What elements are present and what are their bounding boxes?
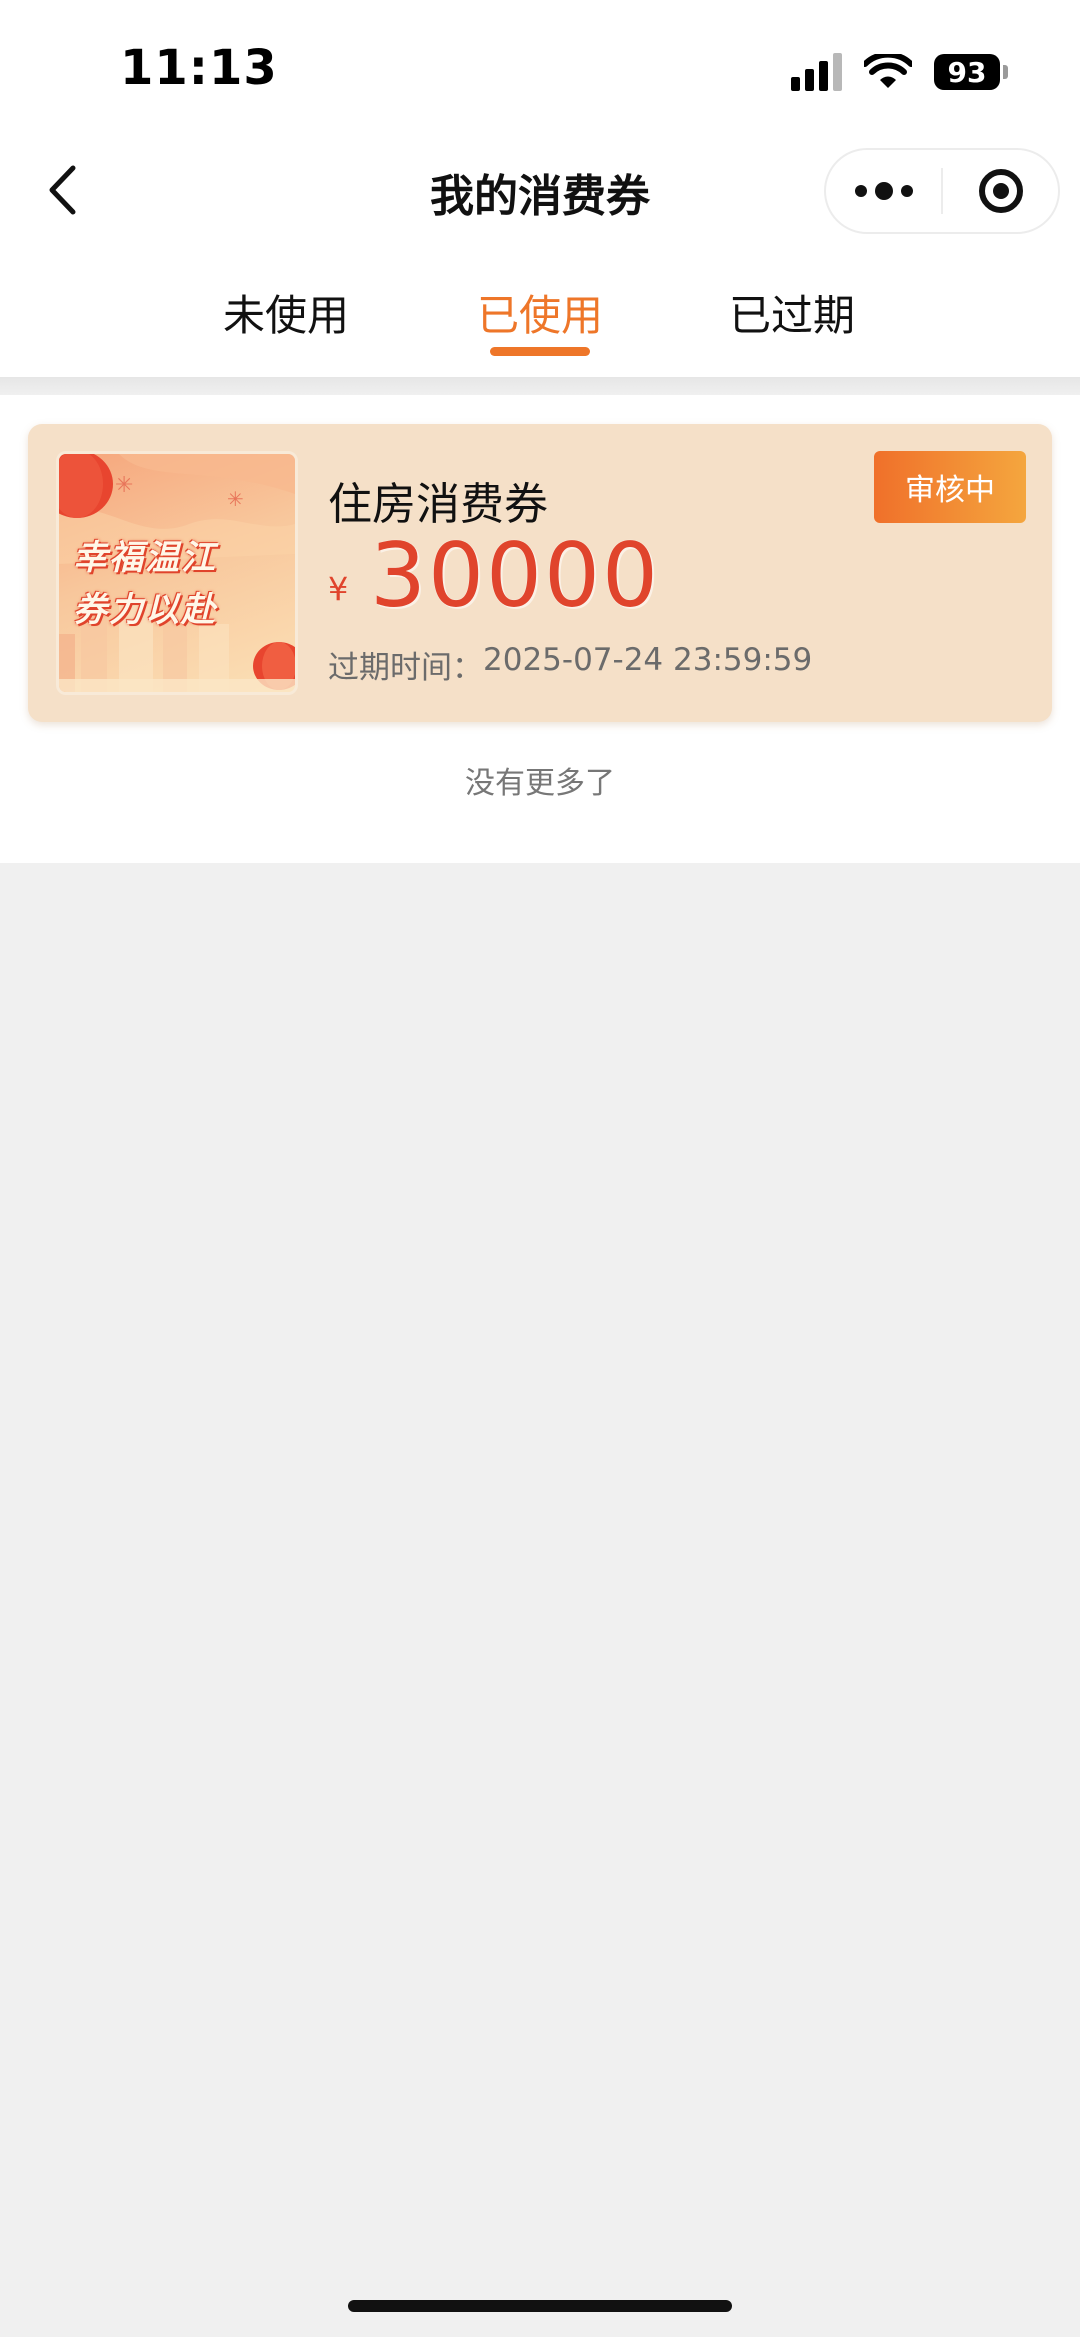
currency-symbol: ¥ (328, 570, 349, 608)
status-time: 11:13 (120, 40, 278, 96)
tab-used[interactable]: 已使用 (440, 282, 640, 343)
back-button[interactable] (36, 160, 88, 220)
status-icons: 93 (791, 48, 1008, 96)
tab-unused[interactable]: 未使用 (186, 282, 386, 343)
expiry-value: 2025-07-24 23:59:59 (483, 642, 813, 678)
coupon-image: ✳ ✳ 幸福温江 券力以赴 (56, 451, 298, 695)
coupon-title: 住房消费券 (328, 479, 548, 530)
tab-bar-shadow (0, 377, 1080, 395)
wifi-icon (864, 54, 912, 88)
status-badge: 审核中 (874, 451, 1026, 523)
coupon-image-slogan-1: 幸福温江 (73, 538, 217, 578)
mini-program-capsule (824, 148, 1060, 234)
expiry-row: 过期时间： 2025-07-24 23:59:59 (328, 642, 812, 687)
coupon-image-slogan-2: 券力以赴 (73, 590, 217, 630)
chevron-left-icon (49, 165, 76, 215)
signal-icon (791, 53, 842, 91)
svg-text:✳: ✳ (227, 487, 244, 511)
target-icon (978, 169, 1023, 213)
active-tab-indicator (490, 347, 590, 356)
list-end-text: 没有更多了 (465, 766, 615, 801)
coupon-card[interactable]: ✳ ✳ 幸福温江 券力以赴 住房消费券 审核中 ¥ 30000 过期时间： 20… (28, 424, 1052, 722)
more-dots-icon (854, 182, 913, 200)
battery-level: 93 (934, 54, 1000, 90)
svg-text:✳: ✳ (115, 473, 133, 498)
more-button[interactable] (826, 150, 941, 232)
expiry-label: 过期时间： (328, 650, 483, 686)
home-indicator[interactable] (348, 2300, 732, 2312)
battery-icon: 93 (934, 54, 1008, 90)
coupon-amount: 30000 (370, 524, 660, 627)
tab-expired[interactable]: 已过期 (692, 282, 892, 343)
close-program-button[interactable] (943, 150, 1058, 232)
